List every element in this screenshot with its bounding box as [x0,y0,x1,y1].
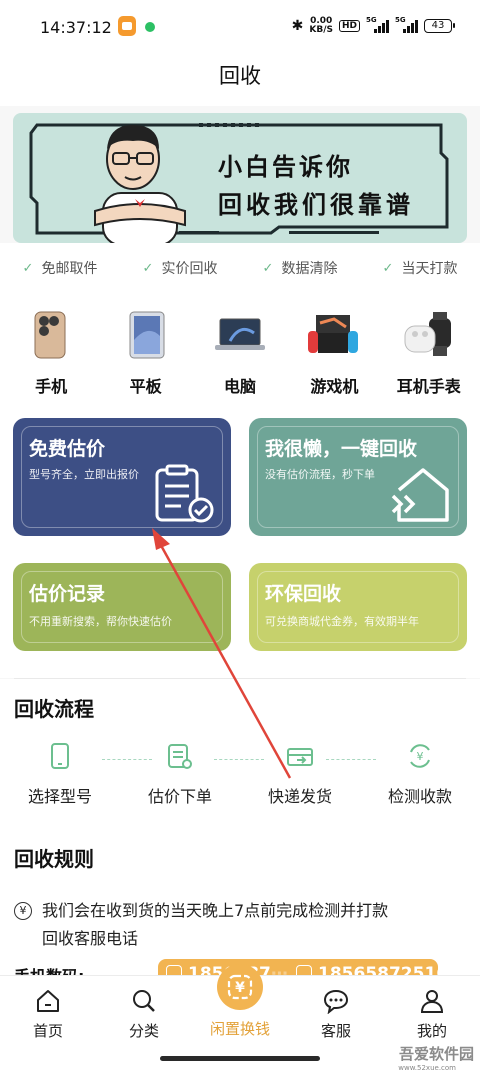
step-ship: 快递发货 [245,741,355,807]
signal-icon: 5G [366,16,389,33]
home-icon [37,990,59,1012]
feature-strip: ✓ 免邮取件 ✓ 实价回收 ✓ 数据清除 ✓ 当天打款 [0,243,480,293]
hd-badge: HD [338,20,360,32]
phone-icon [45,741,75,771]
recycle-process: 回收流程 选择型号 估价下单 快递发货 ¥ 检测收款 [0,679,480,819]
recycle-rules: 回收规则 ¥ 我们会在收到货的当天晚上7点前完成检测并打款 回收客服电话 手机数… [0,819,480,1014]
promo-banner[interactable]: 小白告诉你 回收我们很靠谱 [13,113,467,243]
category-tablet[interactable]: 平板 [103,293,189,403]
yen-icon: ¥ [14,902,32,920]
service-cards: 免费估价 型号齐全，立即出报价 我很懒，一键回收 没有估价流程，秒下单 估价记录… [0,403,480,678]
svg-text:¥: ¥ [417,750,424,763]
check-icon: ✓ [382,260,394,276]
tab-sell-for-cash[interactable]: ¥ 闲置换钱 [200,964,280,1039]
check-icon: ✓ [22,260,34,276]
tab-service[interactable]: 客服 [296,988,376,1041]
process-steps: 选择型号 估价下单 快递发货 ¥ 检测收款 [0,741,480,807]
site-watermark: 吾爱软件园 [398,1045,474,1063]
phone-image [21,305,81,365]
house-arrow-icon [391,468,449,522]
laptop-image [210,305,270,365]
svg-text:¥: ¥ [235,980,245,996]
site-watermark-url: www.52xue.com [398,1064,456,1072]
free-estimate-card[interactable]: 免费估价 型号齐全，立即出报价 [13,418,231,536]
tablet-image [116,305,176,365]
user-icon [420,990,444,1013]
status-time: 14:37:12 [40,18,112,37]
app-header: 回收 [0,54,480,106]
check-icon: ✓ [262,260,274,276]
search-icon [133,990,155,1012]
banner-headline: 小白告诉你 [218,153,353,181]
earbuds-watch-image [399,305,459,365]
chat-icon [323,989,349,1014]
feature-item: ✓ 数据清除 [262,260,338,278]
step-select-model: 选择型号 [5,741,115,807]
battery-icon: 43 [424,19,455,33]
feature-item: ✓ 当天打款 [382,260,458,278]
bluetooth-icon: ✱ [291,18,304,34]
status-indicators: ✱ 0.00 KB/S HD 5G 5G 43 [291,16,455,35]
signal-icon-2: 5G [395,16,418,33]
feature-item: ✓ 免邮取件 [22,260,98,278]
check-icon: ✓ [142,260,154,276]
eco-recycle-card[interactable]: 环保回收 可兑换商城代金券，有效期半年 [249,563,467,651]
category-phone[interactable]: 手机 [8,293,94,403]
rule-text: 我们会在收到货的当天晚上7点前完成检测并打款 回收客服电话 [42,901,389,948]
yen-coin-icon: ¥ [217,964,263,1010]
estimate-records-card[interactable]: 估价记录 不用重新搜索，帮你快速估价 [13,563,231,651]
page-title: 回收 [219,64,261,88]
box-icon [285,741,315,771]
wechat-icon [145,22,155,32]
category-grid: 手机 平板 电脑 游戏机 耳机手表 [0,293,480,403]
banner-tagline: 回收我们很靠谱 [218,191,414,219]
home-indicator[interactable] [160,1056,320,1061]
one-click-recycle-card[interactable]: 我很懒，一键回收 没有估价流程，秒下单 [249,418,467,536]
tab-category[interactable]: 分类 [104,988,184,1041]
clipboard-check-icon [155,464,214,523]
process-title: 回收流程 [14,697,94,721]
rules-title: 回收规则 [14,847,94,871]
status-bar: 14:37:12 ✱ 0.00 KB/S HD 5G 5G 43 [0,0,480,54]
tab-mine[interactable]: 我的 [392,988,472,1041]
net-speed: 0.00 KB/S [309,16,333,35]
mascot-illustration [94,125,186,243]
yen-cycle-icon: ¥ [405,741,435,771]
step-inspect-pay: ¥ 检测收款 [365,741,475,807]
video-app-icon [118,16,136,36]
tab-home[interactable]: 首页 [8,988,88,1041]
feature-item: ✓ 实价回收 [142,260,218,278]
clipboard-icon [165,741,195,771]
category-laptop[interactable]: 电脑 [197,293,283,403]
console-image [304,305,364,365]
category-earbuds-watch[interactable]: 耳机手表 [386,293,472,403]
step-estimate-order: 估价下单 [125,741,235,807]
category-console[interactable]: 游戏机 [291,293,377,403]
